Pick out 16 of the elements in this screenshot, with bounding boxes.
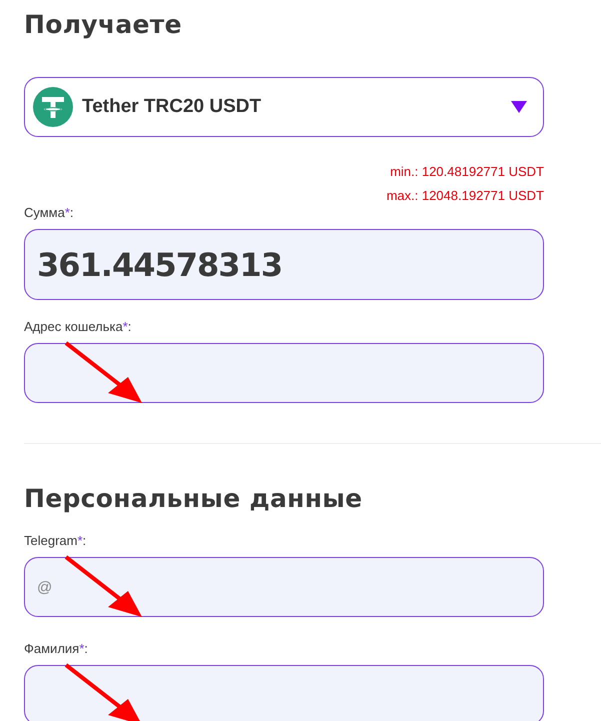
field-label: Telegram*: — [24, 533, 88, 548]
field-label: Сумма*: — [24, 205, 75, 220]
dropdown-caret-icon — [511, 101, 527, 113]
field-placeholder: @ — [37, 578, 52, 596]
limit-text: min.: 120.48192771 USDT — [390, 164, 544, 179]
section-title: Персональные данные — [24, 486, 364, 511]
field-label: Фамилия*: — [24, 641, 89, 656]
field-label: Адрес кошелька*: — [24, 319, 132, 334]
amount-field[interactable]: 361.44578313 — [24, 229, 544, 300]
section-title: Получаете — [24, 12, 183, 37]
limit-text: max.: 12048.192771 USDT — [386, 188, 544, 203]
input-field[interactable] — [24, 343, 544, 403]
input-field[interactable] — [24, 665, 544, 721]
currency-select[interactable]: Tether TRC20 USDT — [24, 77, 544, 137]
tether-logo-icon — [33, 87, 73, 127]
amount-value: 361.44578313 — [37, 246, 282, 284]
